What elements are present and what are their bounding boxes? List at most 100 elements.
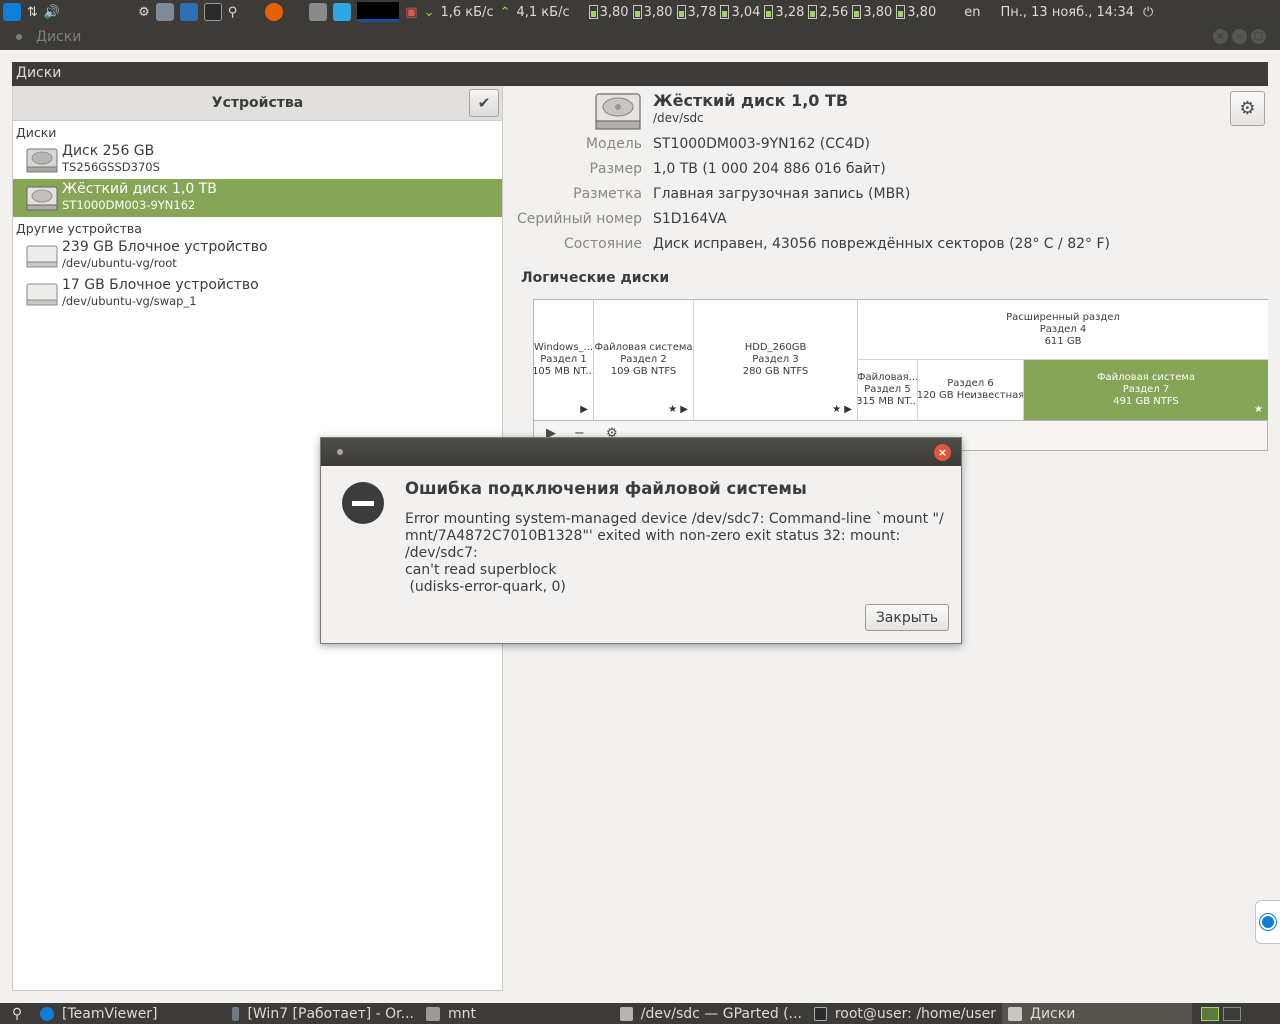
- prop-model: Модель ST1000DM003-9YN162 (CC4D): [503, 136, 1268, 158]
- device-model: TS256GSSD370S: [62, 160, 160, 174]
- cpu-chip-icon: [852, 5, 862, 19]
- device-item-hdd-1tb[interactable]: Жёсткий диск 1,0 TB ST1000DM003-9YN162: [13, 179, 502, 217]
- volume-size: 611 GB: [1044, 335, 1082, 347]
- teamviewer-side-tab[interactable]: [1255, 900, 1280, 944]
- teamviewer-tray-icon[interactable]: [0, 0, 24, 24]
- volume-map: Windows_... Раздел 1 105 MB NT... ▶ Файл…: [533, 299, 1268, 451]
- taskbar-item-label: /dev/sdc — GParted (...: [640, 1005, 802, 1022]
- cpu-chip-icon: [764, 5, 774, 19]
- volume-size: 105 MB NT...: [534, 366, 594, 377]
- network-icon[interactable]: ⇅: [24, 0, 41, 24]
- volume-partition-5[interactable]: Файловая... Раздел 5 315 MB NT...: [858, 360, 918, 420]
- workspace-switcher-icon[interactable]: [1198, 1003, 1244, 1024]
- volume-number: Раздел 4: [1039, 323, 1087, 335]
- taskbar-item-disks[interactable]: Диски: [1002, 1003, 1192, 1024]
- device-item-lvm-swap[interactable]: 17 GB Блочное устройство /dev/ubuntu-vg/…: [13, 275, 502, 313]
- app-menu-bar: Диски: [12, 62, 1268, 86]
- device-model: ST1000DM003-9YN162: [62, 198, 196, 212]
- unmounted-play-icon: ▶: [580, 404, 588, 415]
- disk-settings-button[interactable]: ⚙: [1230, 91, 1265, 126]
- gear-icon: ⚙: [1239, 98, 1256, 119]
- cpu-freq-7[interactable]: 3,80: [850, 5, 894, 20]
- device-item-lvm-root[interactable]: 239 GB Блочное устройство /dev/ubuntu-vg…: [13, 237, 502, 275]
- cpu-chip-icon: [720, 5, 730, 19]
- volume-number: Раздел 2: [620, 354, 667, 365]
- minimize-window-icon[interactable]: –: [1232, 29, 1247, 44]
- terminal-icon[interactable]: [201, 0, 225, 24]
- hard-disk-icon: [26, 186, 58, 211]
- net-speed-icon: ▣: [405, 4, 418, 20]
- volume-size: 491 GB NTFS: [1113, 396, 1179, 407]
- window-title: Диски: [36, 29, 82, 45]
- power-icon[interactable]: ⏻: [1140, 0, 1156, 24]
- keyboard-layout-indicator[interactable]: en: [964, 5, 980, 20]
- prop-value: ST1000DM003-9YN162 (CC4D): [653, 136, 870, 152]
- window-controls: × – □: [1213, 29, 1266, 44]
- volume-partition-2[interactable]: Файловая система Раздел 2 109 GB NTFS ★ …: [594, 300, 694, 420]
- files-icon[interactable]: [153, 0, 177, 24]
- taskbar-item-terminal[interactable]: root@user: /home/user: [808, 1003, 1002, 1024]
- close-window-icon[interactable]: ×: [1213, 29, 1228, 44]
- disk-tray-icon[interactable]: [306, 0, 330, 24]
- upload-arrow-icon: ⌃: [499, 4, 511, 20]
- device-path: /dev/ubuntu-vg/swap_1: [62, 294, 197, 308]
- volume-icon[interactable]: 🔊: [41, 0, 63, 24]
- update-icon[interactable]: ⚙: [135, 0, 153, 24]
- system-monitor-graph[interactable]: [357, 2, 400, 22]
- cpu-freq-1[interactable]: 3,80: [587, 5, 631, 20]
- volume-partition-3[interactable]: HDD_260GB Раздел 3 280 GB NTFS ★ ▶: [694, 300, 858, 420]
- volume-size: 315 MB NT...: [858, 396, 918, 407]
- cpu-chip-icon: [632, 5, 642, 19]
- group-heading-other-devices: Другие устройства: [16, 221, 142, 236]
- taskbar-item-gparted[interactable]: /dev/sdc — GParted (...: [614, 1003, 808, 1024]
- disk-device-path: /dev/sdc: [653, 111, 704, 125]
- prop-value: S1D164VA: [653, 211, 727, 227]
- download-arrow-icon: ⌄: [423, 4, 435, 20]
- close-button[interactable]: Закрыть: [865, 604, 949, 631]
- virtualbox-icon[interactable]: [177, 0, 201, 24]
- clock[interactable]: Пн., 13 нояб., 14:34: [1000, 5, 1134, 20]
- star-play-icon: ★ ▶: [832, 404, 852, 415]
- volume-number: Раздел 7: [1122, 384, 1170, 395]
- firefox-icon[interactable]: [262, 0, 286, 24]
- cpu-freq-8[interactable]: 3,80: [894, 5, 938, 20]
- volume-partition-1[interactable]: Windows_... Раздел 1 105 MB NT... ▶: [534, 300, 594, 420]
- taskbar-item-mnt[interactable]: mnt: [420, 1003, 614, 1024]
- volume-label: Расширенный раздел: [1006, 311, 1120, 323]
- steam-icon[interactable]: ⚲: [225, 0, 241, 24]
- maximize-window-icon[interactable]: □: [1251, 29, 1266, 44]
- window-titlebar[interactable]: Диски × – □: [0, 24, 1280, 50]
- dropbox-icon[interactable]: [330, 0, 354, 24]
- cpu-freq-3[interactable]: 3,78: [675, 5, 719, 20]
- terminal-icon: [814, 1006, 827, 1021]
- cpu-freq-5[interactable]: 3,28: [762, 5, 806, 20]
- prop-value: Диск исправен, 43056 повреждённых сектор…: [653, 236, 1110, 252]
- volume-partition-7[interactable]: Файловая система Раздел 7 491 GB NTFS ★: [1024, 360, 1268, 420]
- device-path: /dev/ubuntu-vg/root: [62, 256, 177, 270]
- dialog-heading: Ошибка подключения файловой системы: [405, 479, 807, 498]
- device-name: 17 GB Блочное устройство: [62, 277, 259, 293]
- cpu-freq-6[interactable]: 2,56: [806, 5, 850, 20]
- taskbar-item-label: mnt: [448, 1005, 476, 1022]
- cpu-freq-2[interactable]: 3,80: [631, 5, 675, 20]
- dialog-close-icon[interactable]: ×: [934, 444, 951, 461]
- select-mode-button[interactable]: ✔: [469, 89, 499, 117]
- app-title: Диски: [16, 65, 62, 81]
- prop-label: Состояние: [563, 236, 642, 252]
- gparted-icon: [620, 1006, 633, 1021]
- show-desktop-icon[interactable]: ⚲: [0, 1003, 34, 1024]
- device-item-ssd-256[interactable]: Диск 256 GB TS256GSSD370S: [13, 141, 502, 179]
- star-icon: ★: [1254, 404, 1263, 415]
- volume-extended-partition-4[interactable]: Расширенный раздел Раздел 4 611 GB: [858, 300, 1268, 360]
- taskbar-item-virtualbox[interactable]: [Win7 [Работает] - Or...: [226, 1003, 420, 1024]
- cpu-freq-4[interactable]: 3,04: [718, 5, 762, 20]
- virtualbox-icon: [232, 1006, 240, 1021]
- volume-partition-6[interactable]: Раздел 6 120 GB Неизвестная: [918, 360, 1024, 420]
- taskbar-item-label: root@user: /home/user: [834, 1005, 996, 1022]
- error-dialog: × Ошибка подключения файловой системы Er…: [320, 437, 962, 644]
- volume-number: Раздел 5: [864, 384, 911, 395]
- dialog-titlebar[interactable]: ×: [321, 438, 961, 466]
- checkmark-icon: ✔: [477, 94, 491, 112]
- prop-value: Главная загрузочная запись (MBR): [653, 186, 911, 202]
- taskbar-item-teamviewer[interactable]: [TeamViewer]: [34, 1003, 226, 1024]
